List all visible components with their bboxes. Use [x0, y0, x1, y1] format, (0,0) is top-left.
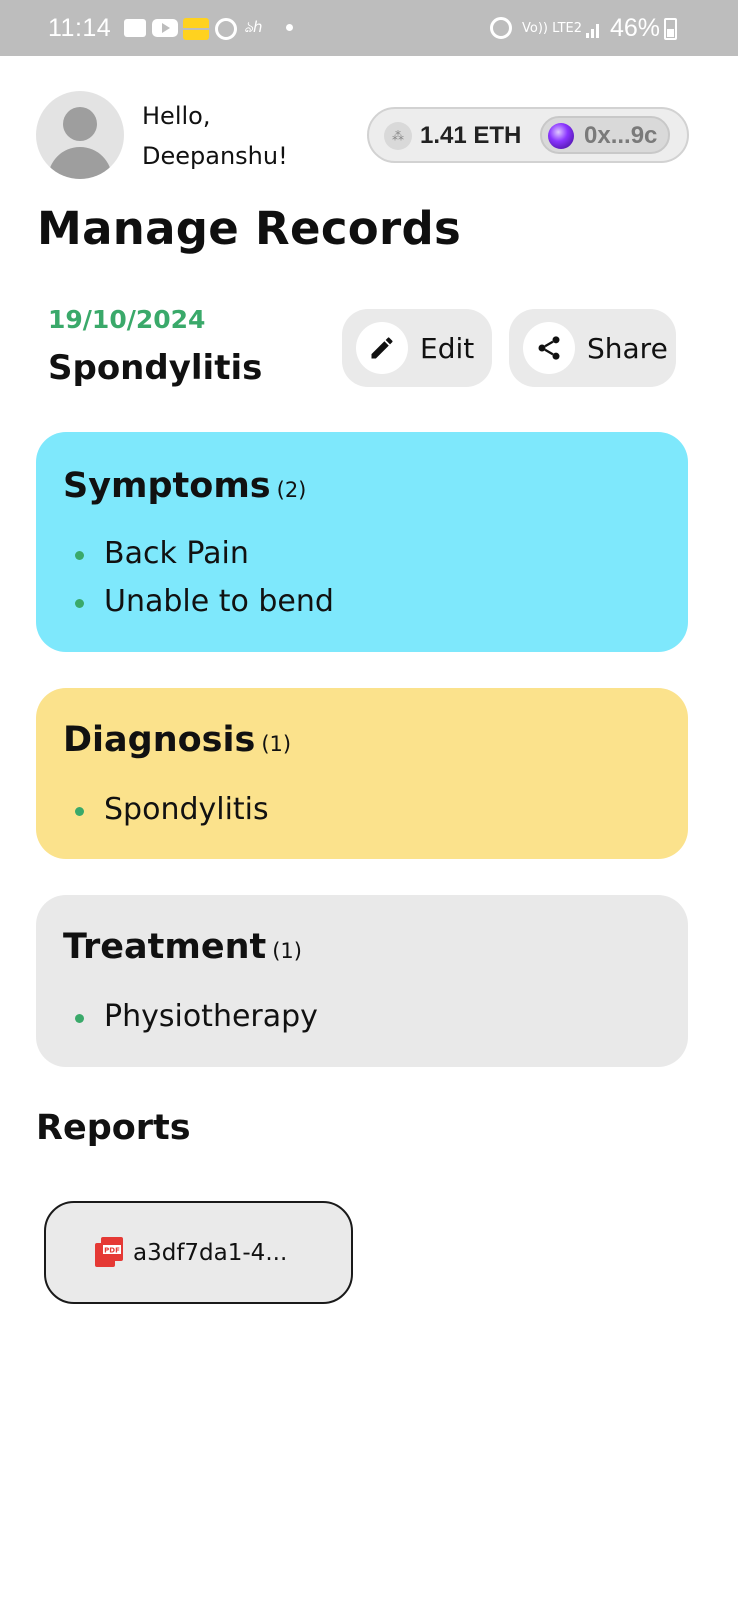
list-item: Unable to bend	[72, 578, 334, 626]
alarm-icon	[490, 17, 512, 39]
symptoms-title: Symptoms (2)	[63, 466, 306, 506]
list-item: Spondylitis	[72, 786, 269, 834]
signal-icon	[586, 20, 602, 38]
treatment-title-text: Treatment	[63, 927, 267, 967]
avatar-head	[63, 107, 97, 141]
diagnosis-title-text: Diagnosis	[63, 720, 256, 760]
wallet-balance: 1.41 ETH	[420, 122, 522, 149]
share-icon	[523, 322, 575, 374]
avatar-body	[48, 147, 112, 179]
wallet-address: 0x...9c	[584, 122, 658, 149]
wallet-address-chip[interactable]: 0x...9c	[540, 116, 670, 154]
wifi-icon: Vo)) LTE2	[522, 20, 582, 36]
status-bar: 11:14 ঌh Vo)) LTE2 46%	[0, 0, 738, 56]
diagnosis-list: Spondylitis	[72, 786, 269, 834]
chat-icon	[215, 18, 237, 40]
greeting-username: Deepanshu!	[142, 142, 288, 170]
report-file-name: a3df7da1-4...	[133, 1239, 288, 1266]
greeting-hello: Hello,	[142, 102, 211, 130]
reports-title: Reports	[36, 1108, 191, 1148]
message-icon	[124, 19, 146, 37]
svg-text:PDF: PDF	[104, 1246, 120, 1254]
edit-label: Edit	[420, 331, 475, 365]
dh-icon: ঌh	[244, 17, 263, 36]
symptoms-title-text: Symptoms	[63, 466, 271, 506]
share-label: Share	[587, 331, 668, 365]
treatment-count: (1)	[272, 939, 302, 963]
diagnosis-card: Diagnosis (1) Spondylitis	[36, 688, 688, 859]
report-file-button[interactable]: PDF a3df7da1-4...	[44, 1201, 353, 1304]
battery-percent: 46%	[610, 14, 661, 42]
avatar[interactable]	[36, 91, 124, 179]
symptoms-list: Back Pain Unable to bend	[72, 530, 334, 626]
pdf-icon: PDF	[95, 1236, 123, 1269]
wallet-pill[interactable]: ⁂ 1.41 ETH 0x...9c	[367, 107, 689, 163]
dot-icon	[286, 24, 293, 31]
app-icon	[183, 18, 209, 40]
list-item: Back Pain	[72, 530, 334, 578]
symptoms-count: (2)	[276, 478, 307, 502]
edit-icon	[356, 322, 408, 374]
treatment-card: Treatment (1) Physiotherapy	[36, 895, 688, 1067]
page-title: Manage Records	[37, 202, 462, 255]
eth-icon: ⁂	[384, 122, 412, 150]
wallet-orb-icon	[548, 123, 574, 149]
treatment-list: Physiotherapy	[72, 993, 318, 1041]
record-date: 19/10/2024	[48, 305, 206, 334]
symptoms-card: Symptoms (2) Back Pain Unable to bend	[36, 432, 688, 652]
battery-icon	[664, 18, 677, 40]
share-button[interactable]: Share	[509, 309, 676, 387]
youtube-icon	[152, 19, 178, 37]
record-name: Spondylitis	[48, 348, 263, 388]
list-item: Physiotherapy	[72, 993, 318, 1041]
status-time: 11:14	[48, 14, 112, 42]
edit-button[interactable]: Edit	[342, 309, 492, 387]
diagnosis-count: (1)	[261, 732, 292, 756]
greeting: Hello, Deepanshu!	[142, 96, 288, 176]
treatment-title: Treatment (1)	[63, 927, 302, 967]
diagnosis-title: Diagnosis (1)	[63, 720, 291, 760]
